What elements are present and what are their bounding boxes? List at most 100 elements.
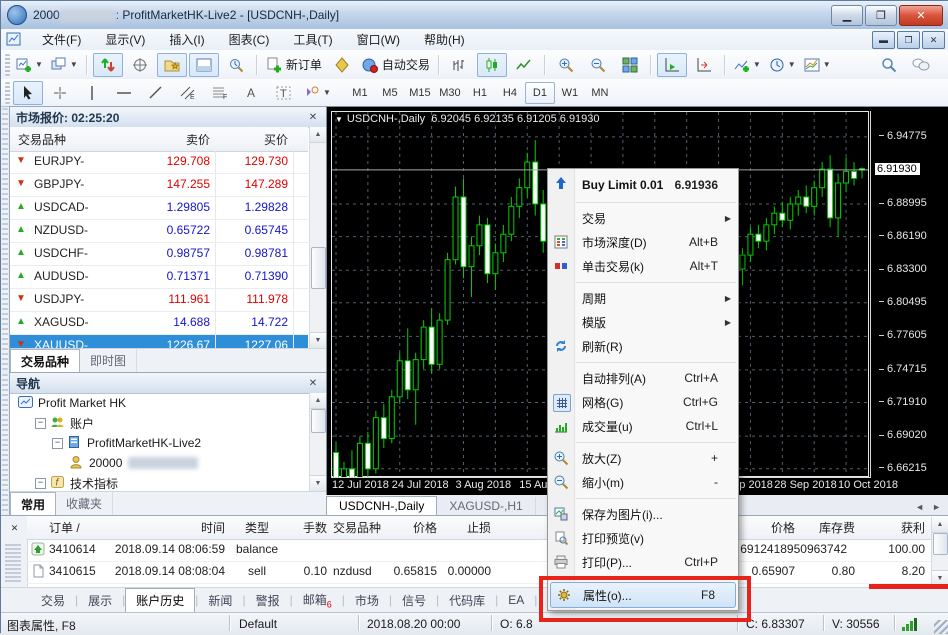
text-label-icon[interactable]: T (269, 81, 299, 105)
market-watch-icon[interactable] (93, 53, 123, 77)
chart-tab-USDCNH-,Daily[interactable]: USDCNH-,Daily (326, 496, 437, 515)
toolbar-grip[interactable] (5, 54, 10, 76)
timeframe-MN[interactable]: MN (585, 82, 615, 104)
autotrading-button[interactable]: 自动交易 (359, 53, 433, 77)
column-header-bid[interactable]: 卖价 (186, 131, 210, 148)
terminal-tab-交易[interactable]: 交易 (31, 589, 75, 612)
tree-item-技术指标[interactable]: −f技术指标 (10, 473, 308, 492)
tree-item-ProfitMarketHK-Live2[interactable]: −ProfitMarketHK-Live2 (10, 433, 308, 453)
terminal-tab-邮箱[interactable]: 邮箱6 (293, 588, 342, 612)
timeframe-M15[interactable]: M15 (405, 82, 435, 104)
market-watch-row-USDCAD-[interactable]: ▲USDCAD-1.298051.29828 (10, 197, 308, 220)
expander-icon[interactable]: − (35, 478, 46, 489)
expander-icon[interactable]: − (35, 418, 46, 429)
tab-即时图[interactable]: 即时图 (80, 349, 137, 372)
scrollbar-thumb[interactable] (311, 409, 326, 433)
expander-icon[interactable]: − (52, 438, 63, 449)
column-header-profit[interactable]: 获利 (863, 519, 925, 536)
timeframe-H1[interactable]: H1 (465, 82, 495, 104)
timeframe-W1[interactable]: W1 (555, 82, 585, 104)
column-header-order[interactable]: 订单 / (49, 519, 119, 536)
metaeditor-icon[interactable] (327, 53, 357, 77)
scroll-down-icon[interactable]: ▼ (310, 475, 326, 492)
context-menu-item-成交量(u)[interactable]: 成交量(u)Ctrl+L (548, 414, 738, 438)
zoom-in-icon[interactable] (551, 53, 581, 77)
column-header-ask[interactable]: 买价 (264, 131, 288, 148)
mdi-restore-button[interactable]: ❐ (897, 31, 920, 49)
terminal-close-icon[interactable]: ✕ (7, 521, 22, 536)
context-menu-item-缩小(m)[interactable]: 缩小(m)- (548, 470, 738, 494)
search-icon[interactable] (874, 53, 904, 77)
column-header-symbol[interactable]: 交易品种 (333, 519, 393, 536)
terminal-tab-展示[interactable]: 展示 (78, 589, 122, 612)
terminal-tab-账户历史[interactable]: 账户历史 (125, 588, 195, 613)
market-watch-scrollbar[interactable]: ▲ ▼ (309, 127, 326, 349)
column-header-time[interactable]: 时间 (111, 519, 225, 536)
terminal-scrollbar[interactable]: ▲ ▼ (931, 517, 948, 587)
context-menu-item-周期[interactable]: 周期▶ (548, 286, 738, 310)
minimize-button[interactable]: ▁ (831, 5, 863, 26)
templates-icon[interactable]: ▼ (801, 53, 834, 77)
context-menu-item-单击交易(k)[interactable]: 单击交易(k)Alt+T (548, 254, 738, 278)
close-icon[interactable]: ✕ (306, 376, 320, 390)
scroll-down-icon[interactable]: ▼ (310, 332, 326, 349)
timeframe-M5[interactable]: M5 (375, 82, 405, 104)
close-icon[interactable]: ✕ (306, 110, 320, 124)
auto-scroll-icon[interactable] (657, 53, 687, 77)
menu-文件(F)[interactable]: 文件(F) (30, 31, 93, 49)
timeframe-M1[interactable]: M1 (345, 82, 375, 104)
navigator-scrollbar[interactable]: ▲ ▼ (309, 393, 326, 492)
menu-图表(C)[interactable]: 图表(C) (217, 31, 282, 49)
crosshair-icon[interactable] (45, 81, 75, 105)
data-window-icon[interactable] (125, 53, 155, 77)
tree-item-Profit Market HK[interactable]: Profit Market HK (10, 393, 308, 413)
context-menu-item-刷新(R)[interactable]: 刷新(R) (548, 334, 738, 358)
dock-grip[interactable] (2, 374, 8, 513)
context-menu-item-网格(G)[interactable]: 网格(G)Ctrl+G (548, 390, 738, 414)
price-axis[interactable]: 6.947756.919306.889956.861906.833006.804… (873, 111, 946, 477)
chat-icon[interactable] (906, 53, 936, 77)
terminal-tab-信号[interactable]: 信号 (392, 589, 436, 612)
shapes-icon[interactable]: ▼ (301, 81, 334, 105)
scrollbar-thumb[interactable] (933, 533, 948, 555)
periods-icon[interactable]: ▼ (766, 53, 799, 77)
chart-tab-XAGUSD-,H1[interactable]: XAGUSD-,H1 (437, 497, 535, 515)
tab-scroll-right-icon[interactable]: ► (932, 502, 941, 512)
market-watch-row-USDCHF-[interactable]: ▲USDCHF-0.987570.98781 (10, 243, 308, 266)
text-icon[interactable]: A (237, 81, 267, 105)
market-watch-row-EURJPY-[interactable]: ▼EURJPY-129.708129.730 (10, 151, 308, 174)
scroll-up-icon[interactable]: ▲ (932, 517, 948, 533)
terminal-tab-新闻[interactable]: 新闻 (198, 589, 242, 612)
history-row-3410615[interactable]: 34106152018.09.14 08:08:04sell0.10nzdusd… (27, 561, 931, 584)
profiles-icon[interactable]: ▼ (48, 53, 81, 77)
market-watch-row-XAGUSD-[interactable]: ▲XAGUSD-14.68814.722 (10, 312, 308, 335)
line-chart-icon[interactable] (509, 53, 539, 77)
menu-窗口(W)[interactable]: 窗口(W) (345, 31, 412, 49)
context-menu-item-Buy Limit 0.01[interactable]: Buy Limit 0.016.91936 (548, 171, 738, 198)
context-menu-item-打印(P)...[interactable]: 打印(P)...Ctrl+P (548, 550, 738, 574)
scroll-up-icon[interactable]: ▲ (310, 127, 326, 143)
market-watch-row-USDJPY-[interactable]: ▼USDJPY-111.961111.978 (10, 289, 308, 312)
mdi-close-button[interactable]: ✕ (922, 31, 945, 49)
column-header-lots[interactable]: 手数 (289, 519, 327, 536)
column-header-storage[interactable]: 库存费 (787, 519, 855, 536)
indicators-icon[interactable]: ▼ (731, 53, 764, 77)
timeframe-M30[interactable]: M30 (435, 82, 465, 104)
history-row-3410614[interactable]: 34106142018.09.14 08:06:59balance6912418… (27, 539, 931, 562)
terminal-tab-EA[interactable]: EA (498, 590, 534, 610)
menu-帮助(H)[interactable]: 帮助(H) (412, 31, 477, 49)
restore-button[interactable]: ❐ (865, 5, 897, 26)
market-watch-row-AUDUSD-[interactable]: ▲AUDUSD-0.713710.71390 (10, 266, 308, 289)
tab-交易品种[interactable]: 交易品种 (10, 349, 80, 373)
new-order-button[interactable]: 新订单 (263, 53, 325, 77)
context-menu-item-市场深度(D)[interactable]: 市场深度(D)Alt+B (548, 230, 738, 254)
navigator-icon[interactable] (157, 53, 187, 77)
timeframe-D1[interactable]: D1 (525, 82, 555, 104)
market-watch-row-NZDUSD-[interactable]: ▲NZDUSD-0.657220.65745 (10, 220, 308, 243)
terminal-tab-代码库[interactable]: 代码库 (439, 589, 495, 612)
dock-grip[interactable] (2, 108, 8, 370)
column-header-symbol[interactable]: 交易品种 (18, 131, 66, 148)
timeframe-H4[interactable]: H4 (495, 82, 525, 104)
terminal-tab-市场[interactable]: 市场 (345, 589, 389, 612)
context-menu-item-打印预览(v)[interactable]: 打印预览(v) (548, 526, 738, 550)
